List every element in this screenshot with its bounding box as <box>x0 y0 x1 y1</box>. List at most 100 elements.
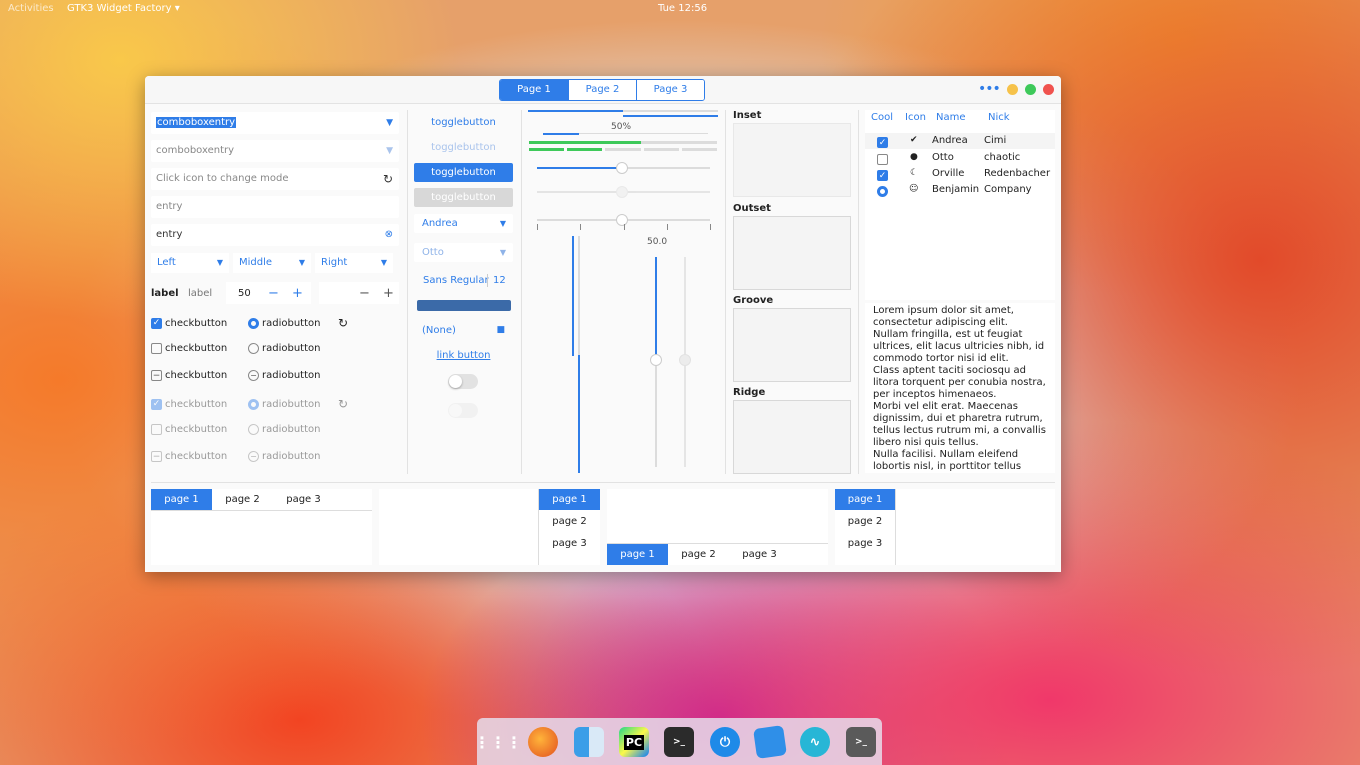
terminal-icon[interactable]: >_ <box>664 727 694 757</box>
sound-wave-icon[interactable]: ∿ <box>800 727 830 757</box>
radiobutton-label: radiobutton <box>262 424 321 435</box>
table-row[interactable]: ☺ Benjamin Company <box>865 182 1055 198</box>
link-button[interactable]: link button <box>414 346 513 365</box>
notebook-tab[interactable]: page 3 <box>729 544 790 565</box>
combo-right[interactable]: Right ▼ <box>315 253 393 273</box>
combo-middle[interactable]: Middle ▼ <box>233 253 311 273</box>
check-icon[interactable]: ✓ <box>877 137 888 148</box>
entry-empty[interactable]: entry <box>151 196 399 218</box>
slider-knob[interactable] <box>616 162 628 174</box>
header-bar: Page 1 Page 2 Page 3 ••• <box>145 76 1061 104</box>
terminal-app-icon[interactable]: >_ <box>846 727 876 757</box>
notebook-tab[interactable]: page 1 <box>835 489 895 510</box>
check-icon[interactable] <box>877 154 888 165</box>
plus-icon[interactable]: + <box>292 286 303 301</box>
label-plain: label <box>188 287 213 299</box>
checkbutton-label[interactable]: checkbutton <box>165 343 248 354</box>
radiobutton-label[interactable]: radiobutton <box>262 318 338 329</box>
minus-icon[interactable]: − <box>359 286 383 301</box>
notebook-tab[interactable]: page 3 <box>835 533 895 554</box>
power-icon[interactable]: ⏻ <box>710 727 740 757</box>
tab-page-1[interactable]: Page 1 <box>500 80 568 100</box>
notebook-tab[interactable]: page 2 <box>539 511 600 532</box>
folder-icon: ■ <box>496 325 505 335</box>
notebook-tab[interactable]: page 1 <box>151 489 212 510</box>
check-icon[interactable]: ✓ <box>877 170 888 181</box>
check-icon[interactable] <box>151 343 162 354</box>
checkbutton-label[interactable]: checkbutton <box>165 370 248 381</box>
checkbutton-label[interactable]: checkbutton <box>165 318 248 329</box>
notebook-tab[interactable]: page 2 <box>835 511 895 532</box>
radiobutton-label[interactable]: radiobutton <box>262 370 320 381</box>
table-row[interactable]: ● Otto chaotic <box>865 150 1055 166</box>
notebook-tab[interactable]: page 3 <box>539 533 600 554</box>
maximize-button[interactable] <box>1025 84 1036 95</box>
color-button[interactable] <box>417 300 511 311</box>
minimize-button[interactable] <box>1007 84 1018 95</box>
dock: ⋮⋮⋮ PC >_ ⏻ ∿ >_ <box>474 718 882 765</box>
app-menu[interactable]: GTK3 Widget Factory ▾ <box>67 3 180 14</box>
frame-label-groove: Groove <box>733 295 774 306</box>
inconsistent-icon[interactable]: − <box>151 370 162 381</box>
text-view[interactable]: Lorem ipsum dolor sit amet, consectetur … <box>865 303 1055 473</box>
togglebutton-3[interactable]: togglebutton <box>414 163 513 182</box>
table-row[interactable]: ✓ ✔ Andrea Cimi <box>865 133 1055 149</box>
vscale-1[interactable] <box>650 257 662 467</box>
column-header-cool[interactable]: Cool <box>871 112 893 123</box>
notebook-tab[interactable]: page 2 <box>212 489 273 510</box>
notes-icon[interactable] <box>753 725 787 759</box>
app-grid-icon[interactable]: ⋮⋮⋮ <box>474 727 522 757</box>
radio-icon[interactable] <box>248 317 259 329</box>
switch-off[interactable] <box>448 374 478 389</box>
clock[interactable]: Tue 12:56 <box>658 3 707 14</box>
clear-icon[interactable]: ⊗ <box>385 224 393 246</box>
notebook-tab[interactable]: page 1 <box>607 544 668 565</box>
chevron-down-icon: ▼ <box>298 258 305 267</box>
slider-knob[interactable] <box>650 354 662 366</box>
column-header-icon[interactable]: Icon <box>905 112 926 123</box>
hscale-1[interactable] <box>537 162 710 174</box>
notebook-tab[interactable]: page 2 <box>668 544 729 565</box>
hscale-marks[interactable] <box>537 214 710 226</box>
spin-button[interactable]: 50 − + <box>226 282 311 304</box>
finder-icon[interactable] <box>574 727 604 757</box>
mode-entry[interactable]: Click icon to change mode ↻ <box>151 168 399 190</box>
inconsistent-icon: − <box>151 451 162 462</box>
combo-andrea[interactable]: Andrea ▼ <box>414 214 513 233</box>
comboboxentry-2[interactable]: comboboxentry ▼ <box>151 140 399 162</box>
refresh-icon[interactable]: ↻ <box>383 168 393 190</box>
combo-left[interactable]: Left ▼ <box>151 253 229 273</box>
radio-icon[interactable] <box>248 343 259 354</box>
radiobutton-label[interactable]: radiobutton <box>262 343 320 354</box>
column-header-nick[interactable]: Nick <box>988 112 1010 123</box>
separator <box>725 110 726 474</box>
plus-icon[interactable]: + <box>383 286 394 301</box>
cell-nick: Redenbacher <box>984 168 1051 179</box>
chevron-down-icon[interactable]: ▼ <box>386 140 393 162</box>
minus-icon[interactable]: − <box>268 286 292 301</box>
spinner-icon: ↻ <box>338 316 349 330</box>
font-button[interactable]: Sans Regular 12 <box>414 271 513 290</box>
firefox-icon[interactable] <box>528 727 558 757</box>
spin-button-empty[interactable]: − + <box>319 282 399 304</box>
close-button[interactable] <box>1043 84 1054 95</box>
notebook-tab[interactable]: page 3 <box>273 489 334 510</box>
tab-page-3[interactable]: Page 3 <box>636 80 704 100</box>
chevron-down-icon[interactable]: ▼ <box>386 112 393 134</box>
inconsistent-icon[interactable]: − <box>248 370 259 381</box>
activities-button[interactable]: Activities <box>8 3 54 14</box>
entry-filled[interactable]: entry ⊗ <box>151 224 399 246</box>
comboboxentry-1[interactable]: comboboxentry ▼ <box>151 112 399 134</box>
combo-label: Right <box>321 257 348 268</box>
tab-page-2[interactable]: Page 2 <box>568 80 636 100</box>
radio-icon[interactable] <box>877 186 888 197</box>
notebook-tab[interactable]: page 1 <box>539 489 600 510</box>
togglebutton-1[interactable]: togglebutton <box>414 113 513 132</box>
table-row[interactable]: ✓ ☾ Orville Redenbacher <box>865 166 1055 182</box>
menu-icon[interactable]: ••• <box>978 81 1001 97</box>
file-chooser-button[interactable]: (None) ■ <box>414 321 513 340</box>
column-header-name[interactable]: Name <box>936 112 966 123</box>
spin-row: label label 50 − + − + <box>151 282 399 304</box>
check-icon[interactable]: ✓ <box>151 317 162 329</box>
pycharm-icon[interactable]: PC <box>619 727 649 757</box>
